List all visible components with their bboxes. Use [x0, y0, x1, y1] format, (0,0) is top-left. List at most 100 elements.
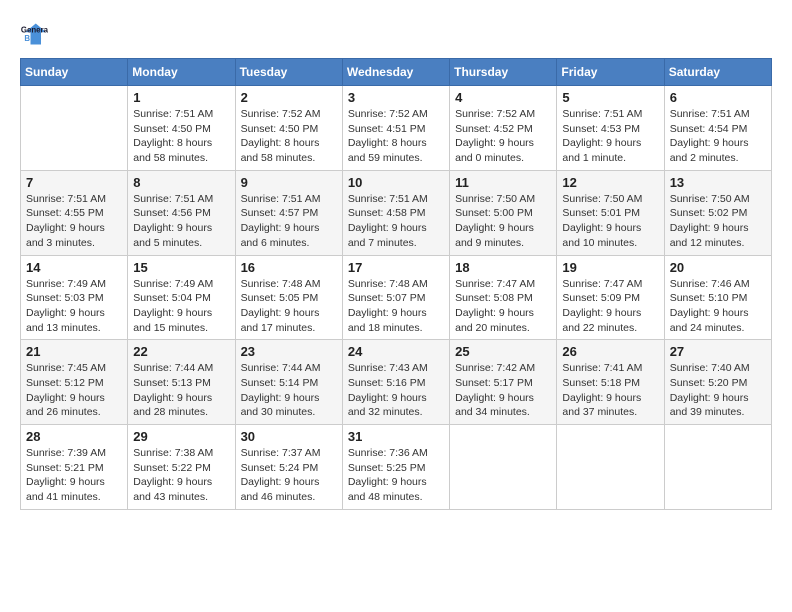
col-header-tuesday: Tuesday: [235, 59, 342, 86]
day-number: 4: [455, 90, 551, 105]
day-number: 31: [348, 429, 444, 444]
day-info: Sunrise: 7:51 AMSunset: 4:50 PMDaylight:…: [133, 107, 229, 166]
svg-text:General: General: [21, 25, 48, 34]
day-info: Sunrise: 7:51 AMSunset: 4:54 PMDaylight:…: [670, 107, 766, 166]
header: General Blue: [20, 20, 772, 48]
day-info: Sunrise: 7:51 AMSunset: 4:58 PMDaylight:…: [348, 192, 444, 251]
day-cell: 17Sunrise: 7:48 AMSunset: 5:07 PMDayligh…: [342, 255, 449, 340]
day-info: Sunrise: 7:42 AMSunset: 5:17 PMDaylight:…: [455, 361, 551, 420]
day-cell: 20 Sunrise: 7:46 AMSunset: 5:10 PMDayligh…: [664, 255, 771, 340]
day-cell: 27 Sunrise: 7:40 AMSunset: 5:20 PMDayligh…: [664, 340, 771, 425]
day-cell: 1 Sunrise: 7:51 AMSunset: 4:50 PMDaylight…: [128, 86, 235, 171]
day-number: 18: [455, 260, 551, 275]
day-info: Sunrise: 7:48 AMSunset: 5:07 PMDaylight:…: [348, 277, 444, 336]
week-row-5: 28Sunrise: 7:39 AMSunset: 5:21 PMDayligh…: [21, 425, 772, 510]
day-cell: 7 Sunrise: 7:51 AMSunset: 4:55 PMDaylight…: [21, 170, 128, 255]
day-info: Sunrise: 7:51 AMSunset: 4:57 PMDaylight:…: [241, 192, 337, 251]
day-cell: 14 Sunrise: 7:49 AMSunset: 5:03 PMDayligh…: [21, 255, 128, 340]
day-cell: 8Sunrise: 7:51 AMSunset: 4:56 PMDaylight…: [128, 170, 235, 255]
day-cell: 11 Sunrise: 7:50 AMSunset: 5:00 PMDayligh…: [450, 170, 557, 255]
day-info: Sunrise: 7:44 AMSunset: 5:14 PMDaylight:…: [241, 361, 337, 420]
week-row-4: 21Sunrise: 7:45 AMSunset: 5:12 PMDayligh…: [21, 340, 772, 425]
day-cell: 18 Sunrise: 7:47 AMSunset: 5:08 PMDayligh…: [450, 255, 557, 340]
day-cell: 30 Sunrise: 7:37 AMSunset: 5:24 PMDayligh…: [235, 425, 342, 510]
day-number: 28: [26, 429, 122, 444]
day-number: 2: [241, 90, 337, 105]
day-cell: 21Sunrise: 7:45 AMSunset: 5:12 PMDayligh…: [21, 340, 128, 425]
day-number: 9: [241, 175, 337, 190]
day-cell: 25 Sunrise: 7:42 AMSunset: 5:17 PMDayligh…: [450, 340, 557, 425]
day-info: Sunrise: 7:45 AMSunset: 5:12 PMDaylight:…: [26, 361, 122, 420]
day-number: 25: [455, 344, 551, 359]
day-cell: 16Sunrise: 7:48 AMSunset: 5:05 PMDayligh…: [235, 255, 342, 340]
day-info: Sunrise: 7:43 AMSunset: 5:16 PMDaylight:…: [348, 361, 444, 420]
col-header-sunday: Sunday: [21, 59, 128, 86]
day-cell: 19 Sunrise: 7:47 AMSunset: 5:09 PMDayligh…: [557, 255, 664, 340]
day-info: Sunrise: 7:46 AMSunset: 5:10 PMDaylight:…: [670, 277, 766, 336]
day-info: Sunrise: 7:36 AMSunset: 5:25 PMDaylight:…: [348, 446, 444, 505]
day-cell: 3 Sunrise: 7:52 AMSunset: 4:51 PMDaylight…: [342, 86, 449, 171]
calendar-body: 1 Sunrise: 7:51 AMSunset: 4:50 PMDaylight…: [21, 86, 772, 510]
day-number: 30: [241, 429, 337, 444]
day-cell: [664, 425, 771, 510]
col-header-monday: Monday: [128, 59, 235, 86]
day-number: 15: [133, 260, 229, 275]
day-number: 20: [670, 260, 766, 275]
day-info: Sunrise: 7:50 AMSunset: 5:02 PMDaylight:…: [670, 192, 766, 251]
day-info: Sunrise: 7:49 AMSunset: 5:03 PMDaylight:…: [26, 277, 122, 336]
day-number: 23: [241, 344, 337, 359]
day-cell: 22 Sunrise: 7:44 AMSunset: 5:13 PMDayligh…: [128, 340, 235, 425]
day-cell: 12Sunrise: 7:50 AMSunset: 5:01 PMDayligh…: [557, 170, 664, 255]
day-info: Sunrise: 7:51 AMSunset: 4:55 PMDaylight:…: [26, 192, 122, 251]
calendar-header-row: SundayMondayTuesdayWednesdayThursdayFrid…: [21, 59, 772, 86]
col-header-thursday: Thursday: [450, 59, 557, 86]
day-cell: 29 Sunrise: 7:38 AMSunset: 5:22 PMDayligh…: [128, 425, 235, 510]
logo-icon: General Blue: [20, 20, 48, 48]
day-number: 3: [348, 90, 444, 105]
day-number: 26: [562, 344, 658, 359]
day-cell: [450, 425, 557, 510]
day-info: Sunrise: 7:50 AMSunset: 5:00 PMDaylight:…: [455, 192, 551, 251]
day-cell: 31 Sunrise: 7:36 AMSunset: 5:25 PMDayligh…: [342, 425, 449, 510]
day-info: Sunrise: 7:44 AMSunset: 5:13 PMDaylight:…: [133, 361, 229, 420]
svg-text:Blue: Blue: [24, 34, 42, 43]
week-row-3: 14 Sunrise: 7:49 AMSunset: 5:03 PMDayligh…: [21, 255, 772, 340]
day-cell: 4 Sunrise: 7:52 AMSunset: 4:52 PMDaylight…: [450, 86, 557, 171]
day-cell: 23 Sunrise: 7:44 AMSunset: 5:14 PMDayligh…: [235, 340, 342, 425]
day-cell: 5 Sunrise: 7:51 AMSunset: 4:53 PMDaylight…: [557, 86, 664, 171]
day-number: 11: [455, 175, 551, 190]
day-number: 16: [241, 260, 337, 275]
day-number: 5: [562, 90, 658, 105]
day-cell: 15Sunrise: 7:49 AMSunset: 5:04 PMDayligh…: [128, 255, 235, 340]
day-info: Sunrise: 7:47 AMSunset: 5:09 PMDaylight:…: [562, 277, 658, 336]
day-number: 10: [348, 175, 444, 190]
day-number: 12: [562, 175, 658, 190]
day-number: 24: [348, 344, 444, 359]
day-cell: 2 Sunrise: 7:52 AMSunset: 4:50 PMDaylight…: [235, 86, 342, 171]
day-cell: 10 Sunrise: 7:51 AMSunset: 4:58 PMDayligh…: [342, 170, 449, 255]
day-info: Sunrise: 7:51 AMSunset: 4:53 PMDaylight:…: [562, 107, 658, 166]
day-cell: 9 Sunrise: 7:51 AMSunset: 4:57 PMDaylight…: [235, 170, 342, 255]
week-row-1: 1 Sunrise: 7:51 AMSunset: 4:50 PMDaylight…: [21, 86, 772, 171]
day-info: Sunrise: 7:38 AMSunset: 5:22 PMDaylight:…: [133, 446, 229, 505]
day-number: 8: [133, 175, 229, 190]
day-number: 7: [26, 175, 122, 190]
day-number: 27: [670, 344, 766, 359]
day-cell: 13Sunrise: 7:50 AMSunset: 5:02 PMDayligh…: [664, 170, 771, 255]
day-info: Sunrise: 7:40 AMSunset: 5:20 PMDaylight:…: [670, 361, 766, 420]
logo: General Blue: [20, 20, 52, 48]
day-number: 1: [133, 90, 229, 105]
day-number: 19: [562, 260, 658, 275]
day-info: Sunrise: 7:52 AMSunset: 4:52 PMDaylight:…: [455, 107, 551, 166]
day-number: 29: [133, 429, 229, 444]
day-info: Sunrise: 7:52 AMSunset: 4:50 PMDaylight:…: [241, 107, 337, 166]
col-header-saturday: Saturday: [664, 59, 771, 86]
day-info: Sunrise: 7:41 AMSunset: 5:18 PMDaylight:…: [562, 361, 658, 420]
day-info: Sunrise: 7:37 AMSunset: 5:24 PMDaylight:…: [241, 446, 337, 505]
day-number: 14: [26, 260, 122, 275]
day-cell: [557, 425, 664, 510]
day-info: Sunrise: 7:47 AMSunset: 5:08 PMDaylight:…: [455, 277, 551, 336]
day-number: 22: [133, 344, 229, 359]
day-cell: 28Sunrise: 7:39 AMSunset: 5:21 PMDayligh…: [21, 425, 128, 510]
day-info: Sunrise: 7:52 AMSunset: 4:51 PMDaylight:…: [348, 107, 444, 166]
